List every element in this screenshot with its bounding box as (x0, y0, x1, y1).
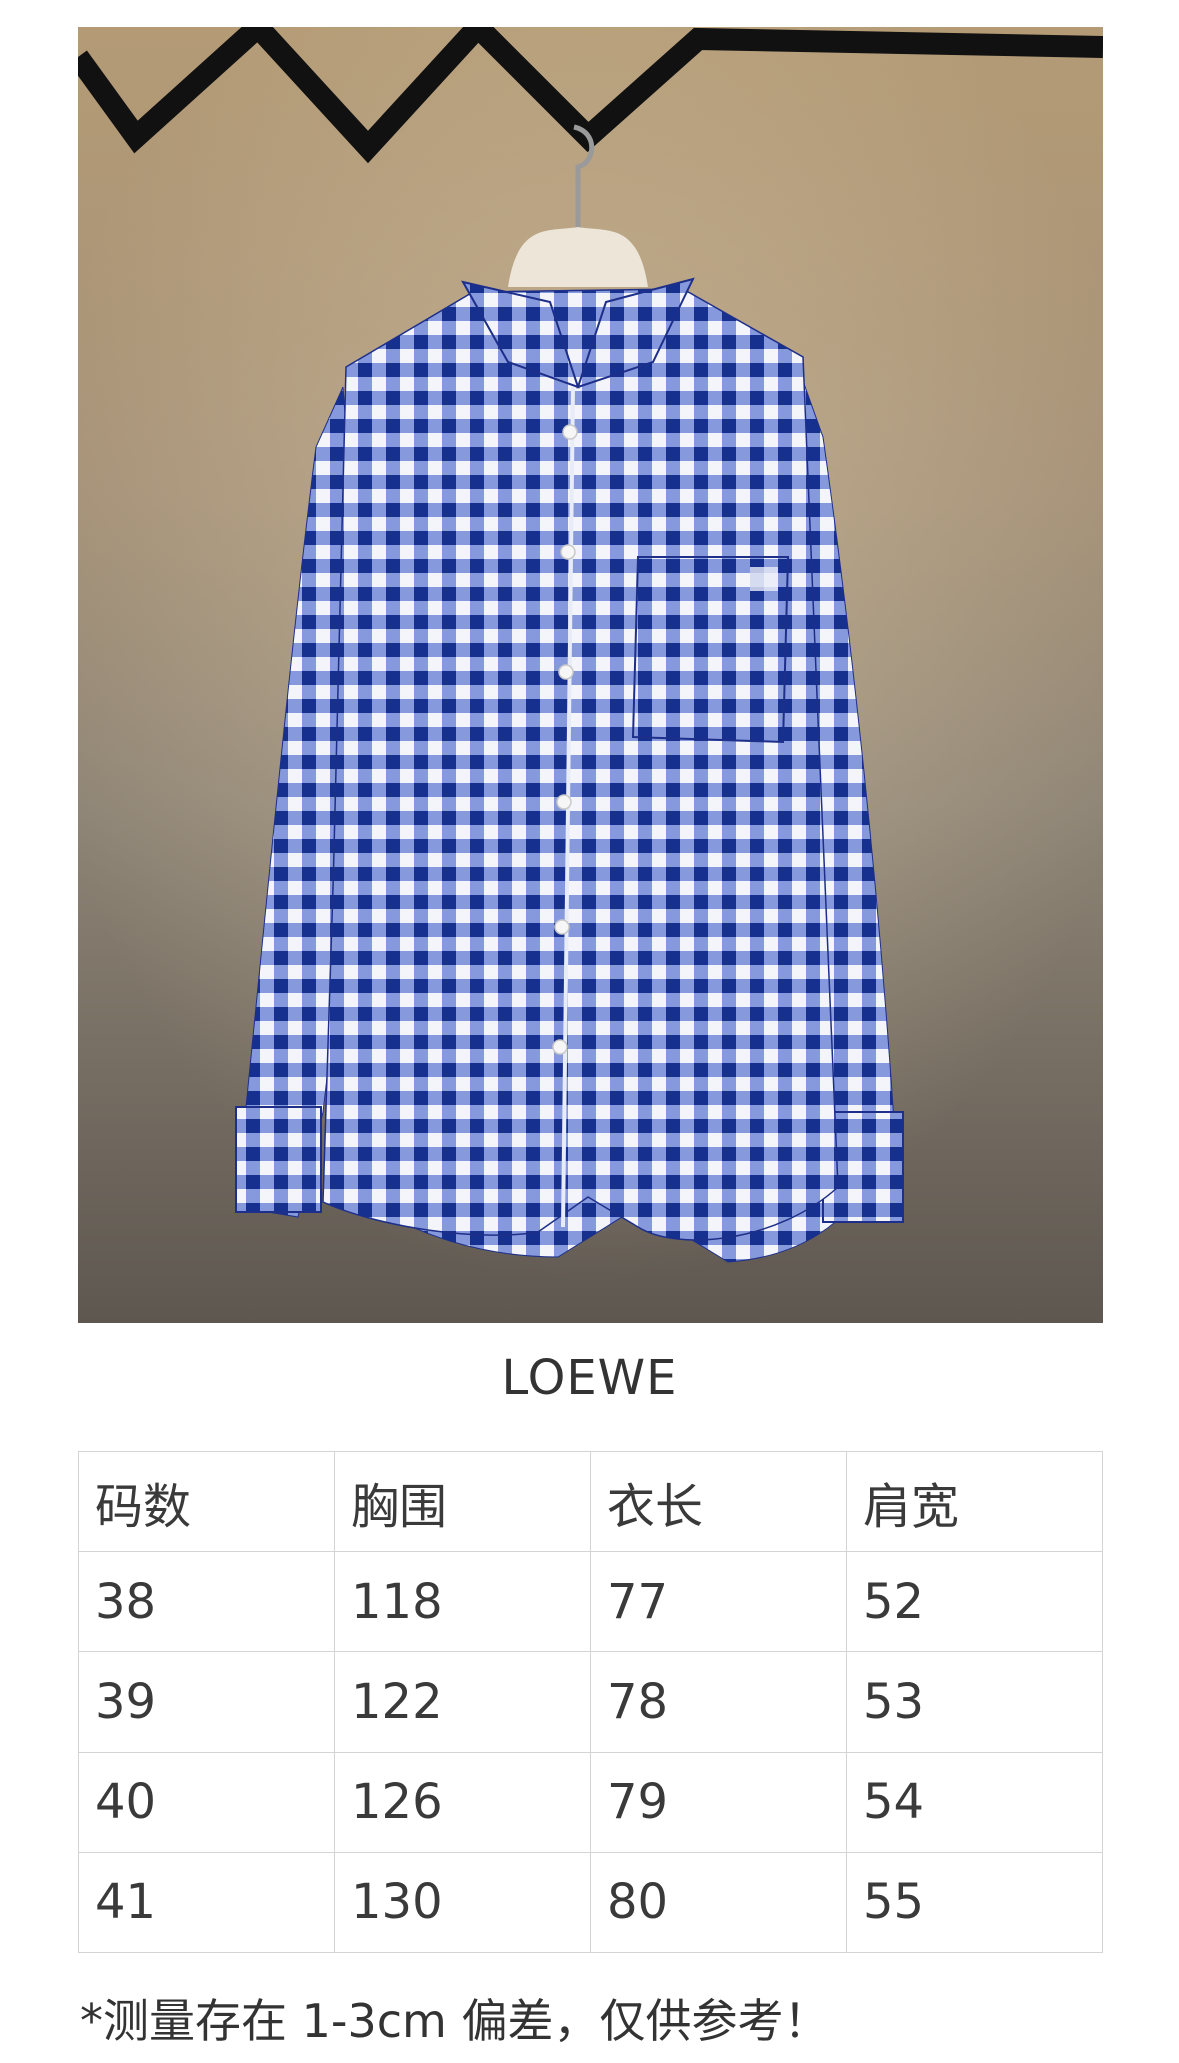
size-chart-table: 码数 胸围 衣长 肩宽 38 118 77 52 39 122 78 53 40… (78, 1450, 1103, 1954)
table-cell: 79 (590, 1751, 847, 1853)
product-photo (78, 27, 1103, 1323)
table-cell: 55 (846, 1851, 1103, 1954)
table-cell: 38 (78, 1551, 335, 1653)
table-header-row: 码数 胸围 衣长 肩宽 (78, 1450, 1103, 1553)
table-cell: 52 (846, 1551, 1103, 1653)
table-cell: 126 (334, 1751, 591, 1853)
table-row: 40 126 79 54 (78, 1751, 1103, 1853)
table-header-cell: 胸围 (334, 1450, 591, 1553)
table-cell: 41 (78, 1851, 335, 1954)
shirt-body (322, 288, 839, 1241)
table-header-cell: 码数 (78, 1450, 335, 1553)
table-cell: 130 (334, 1851, 591, 1954)
table-cell: 40 (78, 1751, 335, 1853)
table-row: 38 118 77 52 (78, 1551, 1103, 1653)
table-cell: 122 (334, 1651, 591, 1753)
table-cell: 118 (334, 1551, 591, 1653)
measurement-note: *测量存在 1-3cm 偏差，仅供参考！ (80, 1994, 830, 2048)
table-cell: 77 (590, 1551, 847, 1653)
table-row: 39 122 78 53 (78, 1651, 1103, 1753)
table-cell: 78 (590, 1651, 847, 1753)
table-cell: 39 (78, 1651, 335, 1753)
table-cell: 53 (846, 1651, 1103, 1753)
table-cell: 54 (846, 1751, 1103, 1853)
table-header-cell: 衣长 (590, 1450, 847, 1553)
table-row: 41 130 80 55 (78, 1851, 1103, 1954)
table-header-cell: 肩宽 (846, 1450, 1103, 1553)
brand-title: LOEWE (501, 1350, 678, 1406)
table-cell: 80 (590, 1851, 847, 1954)
